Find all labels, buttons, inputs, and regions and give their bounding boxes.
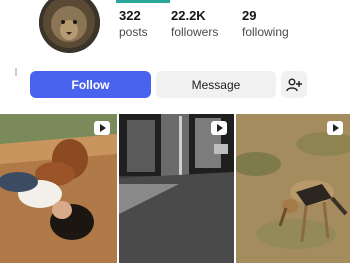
stat-following[interactable]: 29 following (242, 8, 289, 40)
video-thumbnail[interactable] (119, 114, 234, 263)
play-icon (327, 121, 343, 135)
stat-posts[interactable]: 322 posts (119, 8, 148, 40)
followers-label: followers (171, 25, 219, 39)
play-icon (211, 121, 227, 135)
followers-count: 22.2K (171, 8, 206, 23)
posts-label: posts (119, 25, 148, 39)
tab-indicator (116, 0, 170, 3)
video-thumbnail[interactable] (236, 114, 350, 263)
play-icon (94, 121, 110, 135)
avatar[interactable] (39, 0, 100, 53)
add-friend-button[interactable] (281, 71, 307, 98)
stat-followers[interactable]: 22.2K followers (171, 8, 218, 40)
add-user-icon (286, 78, 302, 91)
follow-button[interactable]: Follow (30, 71, 151, 98)
video-thumbnail[interactable] (0, 114, 117, 263)
posts-count: 322 (119, 8, 141, 23)
divider-mark (15, 68, 17, 76)
following-count: 29 (242, 8, 257, 23)
following-label: following (242, 25, 289, 39)
message-button[interactable]: Message (156, 71, 276, 98)
